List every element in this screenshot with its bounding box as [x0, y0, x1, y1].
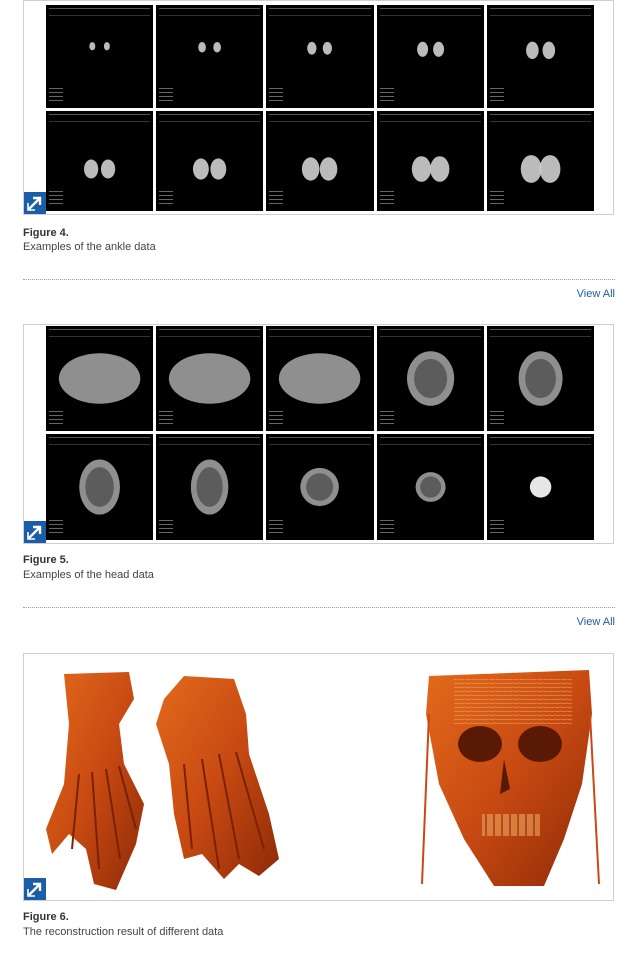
skull-render — [421, 670, 600, 886]
divider — [23, 607, 615, 608]
ankle-slice-tile — [46, 5, 154, 108]
head-slice-tile — [266, 434, 374, 540]
ankle-slice-tile — [156, 5, 264, 108]
figure-5-title: Figure 5. — [23, 554, 69, 566]
ankle-slice-tile — [486, 111, 594, 211]
head-slice-grid — [46, 326, 594, 541]
expand-figure-4-button[interactable] — [24, 192, 46, 214]
ankle-slice-grid — [46, 5, 594, 213]
head-slice-tile — [156, 434, 264, 540]
figure-6-image[interactable] — [23, 653, 614, 901]
ankle-slice-tile — [156, 111, 264, 211]
figure-6-title: Figure 6. — [23, 911, 69, 923]
figure-4-caption: Examples of the ankle data — [23, 241, 156, 253]
figure-4-image[interactable] — [23, 0, 614, 215]
head-slice-tile — [376, 434, 484, 540]
ankle-slice-tile — [376, 5, 484, 108]
divider — [23, 279, 615, 280]
ankle-slice-tile — [266, 5, 374, 108]
head-slice-tile — [266, 326, 374, 431]
ankle-slice-tile — [266, 111, 374, 211]
figure-4-title: Figure 4. — [23, 227, 69, 239]
head-slice-tile — [46, 326, 154, 431]
ankle-slice-tile — [486, 5, 594, 108]
figure-6-caption: The reconstruction result of different d… — [23, 926, 224, 938]
expand-arrow-icon — [27, 882, 42, 897]
head-slice-tile — [156, 326, 264, 431]
expand-figure-6-button[interactable] — [24, 878, 46, 900]
figure-5-image[interactable] — [23, 324, 614, 544]
view-all-link[interactable]: View All — [577, 288, 615, 300]
foot-render-left — [46, 672, 144, 890]
head-slice-tile — [486, 434, 594, 540]
head-slice-tile — [486, 326, 594, 431]
foot-render-right — [156, 676, 279, 879]
figure-5-caption: Examples of the head data — [23, 569, 154, 581]
ankle-slice-tile — [376, 111, 484, 211]
expand-arrow-icon — [27, 196, 42, 211]
head-slice-tile — [376, 326, 484, 431]
expand-figure-5-button[interactable] — [24, 521, 46, 543]
expand-arrow-icon — [27, 525, 42, 540]
head-slice-tile — [46, 434, 154, 540]
ankle-slice-tile — [46, 111, 154, 211]
reconstruction-render — [46, 670, 600, 890]
view-all-link[interactable]: View All — [577, 616, 615, 628]
